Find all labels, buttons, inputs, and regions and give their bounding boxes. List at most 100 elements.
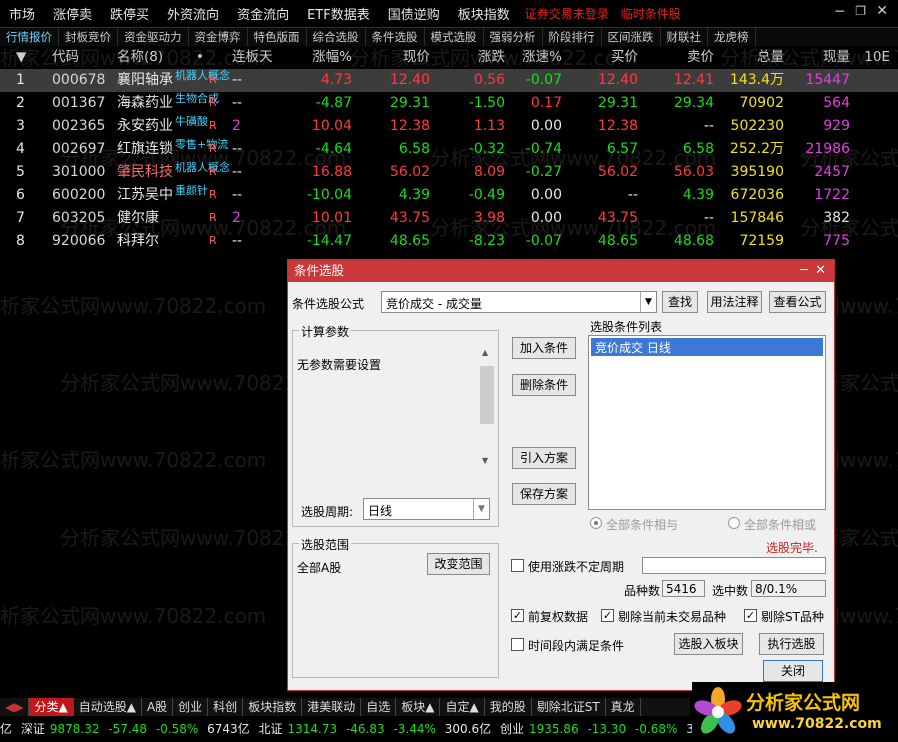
menu-item[interactable]: 市场	[0, 4, 44, 23]
change-pct: -14.47	[306, 233, 352, 249]
to-block-button[interactable]: 选股入板块	[674, 633, 743, 655]
index-ticker: 亿 深证 9878.32 -57.48 -0.58% 6743亿 北证 1314.7…	[0, 718, 717, 742]
view-tab[interactable]: 行情报价	[0, 28, 59, 46]
bottom-tab[interactable]: 创业	[173, 698, 209, 716]
maximize-icon[interactable]: ❐	[855, 4, 866, 18]
bottom-tab[interactable]: 自定▲	[440, 698, 485, 716]
table-row[interactable]: 4 002697 红旗连锁 零售+物流 R -- -4.64 6.58 -0.32 -0.74 6.…	[0, 138, 898, 161]
col-limit-days[interactable]: 连板天	[232, 46, 273, 69]
menu-item[interactable]: 跌停买	[101, 4, 158, 23]
chevron-down-icon[interactable]: ▼	[473, 499, 489, 519]
dialog-titlebar[interactable]: 条件选股 ─ ✕	[288, 260, 834, 282]
bottom-tab[interactable]: 自选	[361, 698, 397, 716]
scroll-up-icon[interactable]: ▲	[482, 348, 488, 357]
bottom-tab[interactable]: 板块▲	[396, 698, 441, 716]
view-tab[interactable]: 条件选股	[366, 28, 425, 46]
col-current-vol[interactable]: 现量	[823, 46, 850, 69]
login-warning[interactable]: 证券交易未登录	[519, 5, 615, 22]
table-row[interactable]: 3 002365 永安药业 牛磺酸 R 2 10.04 12.38 1.13 0.00 12.38 -…	[0, 115, 898, 138]
formula-select[interactable]: 竞价成交 - 成交量 ▼	[381, 291, 657, 313]
find-button[interactable]: 查找	[662, 291, 698, 313]
table-row[interactable]: 1 000678 襄阳轴承 机器人概念 R -- 4.73 12.40 0.56 -0.07 12.…	[0, 69, 898, 92]
delete-condition-button[interactable]: 删除条件	[512, 374, 576, 396]
bottom-tab[interactable]: 科创	[208, 698, 244, 716]
radio-or[interactable]	[728, 517, 740, 529]
view-tab[interactable]: 资金博弈	[189, 28, 248, 46]
bid: 12.40	[597, 72, 638, 88]
col-code[interactable]: 代码	[52, 46, 112, 69]
col-volume[interactable]: 总量	[757, 46, 784, 69]
period-input[interactable]	[642, 557, 826, 574]
tab-scroll-icon[interactable]: ◀▶	[0, 698, 30, 716]
table-row[interactable]: 8 920066 科拜尔 R -- -14.47 48.65 -8.23 -0.07 48.65 4…	[0, 230, 898, 253]
exclude-untraded-checkbox[interactable]: ✓	[601, 609, 614, 622]
table-row[interactable]: 5 301000 肇民科技 机器人概念 R -- 16.88 56.02 8.09 -0.27 56…	[0, 161, 898, 184]
bottom-tab[interactable]: 剔除北证ST	[532, 698, 606, 716]
table-row[interactable]: 6 600200 江苏吴中 重颜针 R -- -10.04 4.39 -0.49 0.00 -- 4.…	[0, 184, 898, 207]
period-select[interactable]: 日线 ▼	[363, 498, 490, 520]
menu-item[interactable]: 国债逆购	[379, 4, 449, 23]
current-volume: 15447	[805, 72, 850, 88]
condition-item[interactable]: 竞价成交 日线	[591, 338, 823, 356]
view-tab[interactable]: 龙虎榜	[708, 28, 756, 46]
save-plan-button[interactable]: 保存方案	[512, 483, 576, 505]
change-range-button[interactable]: 改变范围	[427, 553, 490, 575]
bottom-tab[interactable]: A股	[142, 698, 174, 716]
sort-icon[interactable]: ▼	[16, 46, 36, 69]
view-tab[interactable]: 资金驱动力	[118, 28, 189, 46]
login-warning[interactable]: 临时条件股	[615, 5, 687, 22]
col-speed[interactable]: 涨速%	[522, 46, 562, 69]
col-more[interactable]: 10E	[864, 46, 890, 69]
scroll-down-icon[interactable]: ▼	[482, 456, 488, 465]
time-range-checkbox[interactable]	[511, 638, 524, 651]
bottom-tab[interactable]: 港美联动	[302, 698, 362, 716]
current-volume: 929	[823, 118, 850, 134]
import-plan-button[interactable]: 引入方案	[512, 447, 576, 469]
menu-item[interactable]: 资金流向	[228, 4, 298, 23]
menu-item[interactable]: 板块指数	[449, 4, 519, 23]
close-button[interactable]: 关闭	[763, 660, 823, 682]
col-name[interactable]: 名称(8)	[117, 46, 177, 69]
add-condition-button[interactable]: 加入条件	[512, 337, 576, 359]
col-ask[interactable]: 卖价	[687, 46, 714, 69]
condition-list[interactable]: 竞价成交 日线	[588, 335, 826, 510]
scroll-thumb[interactable]	[480, 366, 494, 424]
adj-data-checkbox[interactable]: ✓	[511, 609, 524, 622]
radio-and[interactable]	[590, 517, 602, 529]
view-tab[interactable]: 财联社	[661, 28, 708, 46]
view-tab[interactable]: 封板竞价	[59, 28, 118, 46]
view-tab[interactable]: 特色版面	[248, 28, 307, 46]
col-price[interactable]: 现价	[403, 46, 430, 69]
table-row[interactable]: 7 603205 健尔康 R 2 10.01 43.75 3.98 0.00 43.75 -- 157…	[0, 207, 898, 230]
params-scrollbar[interactable]: ▲ ▼	[479, 348, 495, 470]
bottom-tab[interactable]: 分类▲	[29, 698, 74, 716]
col-change-pct[interactable]: 涨幅%	[312, 46, 352, 69]
ask: --	[703, 118, 714, 134]
view-tab[interactable]: 区间涨跌	[602, 28, 661, 46]
col-bid[interactable]: 买价	[611, 46, 638, 69]
chevron-down-icon[interactable]: ▼	[640, 292, 656, 312]
ask: --	[703, 210, 714, 226]
close-icon[interactable]: ✕	[815, 260, 826, 282]
bottom-tab[interactable]: 自动选股▲	[74, 698, 142, 716]
view-tab[interactable]: 模式选股	[425, 28, 484, 46]
usage-button[interactable]: 用法注释	[707, 291, 762, 313]
view-tab[interactable]: 综合选股	[307, 28, 366, 46]
bottom-tab[interactable]: 板块指数	[243, 698, 303, 716]
bottom-tab[interactable]: 真龙	[606, 698, 641, 716]
minimize-icon[interactable]: ─	[800, 260, 808, 282]
view-tab[interactable]: 强弱分析	[484, 28, 543, 46]
menu-item[interactable]: 涨停卖	[44, 4, 101, 23]
execute-button[interactable]: 执行选股	[759, 633, 824, 655]
view-formula-button[interactable]: 查看公式	[769, 291, 826, 313]
bottom-tab[interactable]: 我的股	[485, 698, 532, 716]
minimize-icon[interactable]: ─	[836, 4, 844, 20]
menu-item[interactable]: ETF数据表	[298, 4, 379, 23]
menu-item[interactable]: 外资流向	[158, 4, 228, 23]
exclude-st-checkbox[interactable]: ✓	[744, 609, 757, 622]
view-tab[interactable]: 阶段排行	[543, 28, 602, 46]
use-period-checkbox[interactable]	[511, 559, 524, 572]
close-icon[interactable]: ✕	[876, 3, 888, 19]
table-row[interactable]: 2 001367 海森药业 生物合成 R -- -4.87 29.31 -1.50 0.17 29.…	[0, 92, 898, 115]
col-change[interactable]: 涨跌	[478, 46, 505, 69]
